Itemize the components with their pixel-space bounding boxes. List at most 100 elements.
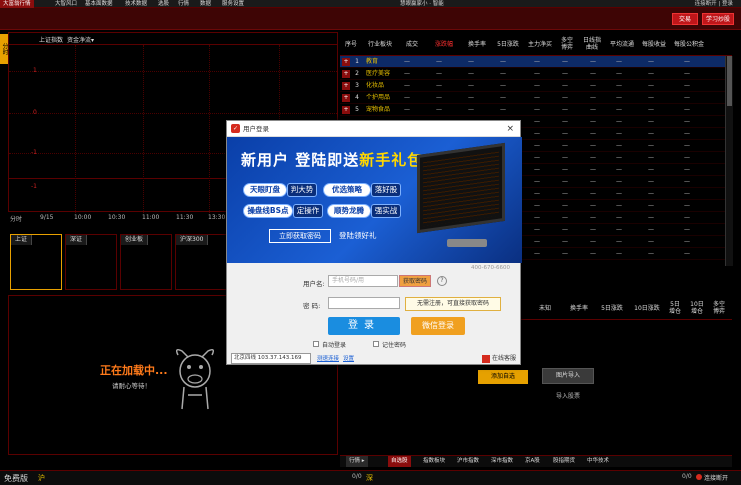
expand-icon[interactable]: + (342, 70, 350, 78)
time-label: 11:00 (142, 214, 160, 221)
table-scrollbar[interactable] (725, 56, 733, 266)
col-header[interactable]: 每股公积金 (670, 32, 708, 56)
index-tab-label: 沪深300 (176, 235, 209, 245)
table-row[interactable]: +5 宠物食品 — — — — — — — — — — (340, 104, 732, 116)
index-box-sz[interactable]: 深证 (65, 234, 117, 290)
tab-market[interactable]: 行情 ▸ (346, 456, 368, 467)
col-header[interactable]: 未知 (530, 296, 560, 320)
table-row[interactable]: +1 教育 — — — — — — — — — — (340, 56, 732, 68)
menu-item-2[interactable]: 基本面数据 (82, 0, 116, 8)
col-header[interactable]: 10日 增仓 (686, 296, 708, 320)
table-row[interactable]: +2 医疗美容 — — — — — — — — — — (340, 68, 732, 80)
col-header[interactable]: 序号 (340, 32, 362, 56)
menu-item-4[interactable]: 选股 (155, 0, 172, 8)
menu-item-1[interactable]: 大智风口 (52, 0, 80, 8)
close-icon[interactable]: × (506, 123, 514, 135)
empty-cell: — (590, 142, 596, 149)
server-select[interactable]: 北京四线 103.37.143.169 (231, 353, 311, 364)
index-box-hs300[interactable]: 沪深300 (175, 234, 230, 290)
expand-icon[interactable]: + (342, 58, 350, 66)
connection-status-top[interactable]: 连接断开 | 登录 (695, 0, 733, 8)
col-header[interactable]: 5日 增仓 (664, 296, 686, 320)
empty-cell: — (534, 94, 540, 101)
index-tab-label: 上证 (11, 235, 33, 245)
add-watchlist-button[interactable]: 添加自选 (478, 370, 528, 384)
table-row[interactable]: +4 个护用品 — — — — — — — — — — (340, 92, 732, 104)
wechat-login-button[interactable]: 微信登录 (411, 317, 465, 335)
username-input[interactable]: 手机号码/用 (328, 275, 398, 287)
empty-cell: — (562, 166, 568, 173)
tab-bj-a[interactable]: 京A股 (522, 456, 543, 467)
left-side-tab[interactable]: 分时 (0, 34, 8, 64)
empty-cell: — (562, 82, 568, 89)
col-header[interactable]: 换手率 (564, 296, 594, 320)
tab-index-sector[interactable]: 指数板块 (420, 456, 448, 467)
empty-cell: — (616, 238, 622, 245)
tab-sh-index[interactable]: 沪市指数 (454, 456, 482, 467)
menu-item-3[interactable]: 技术数据 (122, 0, 150, 8)
empty-cell: — (616, 130, 622, 137)
col-header[interactable]: 多空 博弈 (708, 296, 730, 320)
chart-header: 上证指数 资金净流▾ (9, 33, 337, 45)
col-header[interactable]: 换手率 (462, 32, 492, 56)
tab-sz-index[interactable]: 深市指数 (488, 456, 516, 467)
tab-watchlist[interactable]: 自选股 (388, 456, 411, 467)
col-header[interactable]: 日线指 曲线 (578, 32, 606, 56)
tab-futures[interactable]: 股指期货 (550, 456, 578, 467)
menu-item-6[interactable]: 数据 (197, 0, 214, 8)
col-header[interactable]: 5日涨跌 (596, 296, 628, 320)
scroll-thumb[interactable] (727, 56, 732, 106)
help-icon[interactable]: ? (437, 276, 447, 286)
menu-item-7[interactable]: 服务设置 (219, 0, 247, 8)
empty-cell: — (562, 190, 568, 197)
chart-indicator-select[interactable]: 资金净流▾ (67, 35, 94, 44)
col-header[interactable]: 每股收益 (638, 32, 670, 56)
col-header[interactable]: 平均流通 (606, 32, 638, 56)
image-import-button[interactable]: 图片导入 (542, 368, 594, 384)
online-service-button[interactable]: 在线客服 (481, 353, 516, 364)
col-header[interactable]: 5日涨跌 (492, 32, 524, 56)
menu-item-0[interactable]: 大富翁行情 (0, 0, 34, 8)
empty-cell: — (590, 214, 596, 221)
grid-line (9, 113, 337, 114)
get-password-promo-button[interactable]: 立即获取密码 (269, 229, 331, 243)
speed-test-link[interactable]: 测速连接 (317, 354, 339, 362)
empty-cell: — (436, 58, 442, 65)
empty-cell: — (648, 58, 654, 65)
expand-icon[interactable]: + (342, 94, 350, 102)
settings-link[interactable]: 设置 (343, 354, 354, 362)
remember-password-checkbox[interactable] (373, 341, 379, 347)
sector-name: 医疗美容 (366, 70, 391, 77)
trade-button[interactable]: 交易 (672, 13, 698, 25)
empty-cell: — (684, 142, 690, 149)
col-header-active[interactable]: 涨跌幅 (426, 32, 462, 56)
get-code-button[interactable]: 获取密码 (399, 275, 431, 287)
col-header[interactable]: 主力净买 (524, 32, 556, 56)
col-header[interactable]: 多空 博弈 (556, 32, 578, 56)
expand-icon[interactable]: + (342, 82, 350, 90)
empty-cell: — (562, 58, 568, 65)
empty-cell: — (436, 82, 442, 89)
study-button[interactable]: 学习炒股 (702, 13, 734, 25)
expand-icon[interactable]: + (342, 106, 350, 114)
empty-cell: — (562, 250, 568, 257)
empty-cell: — (404, 82, 410, 89)
col-header[interactable]: 10日涨跌 (630, 296, 664, 320)
promo-banner[interactable]: 新用户 登陆即送新手礼包 天眼盯盘 判大势 优选策略 落好股 操盘线BS点 定操… (227, 137, 522, 263)
auto-login-checkbox[interactable] (313, 341, 319, 347)
col-header[interactable]: 成交 (398, 32, 426, 56)
login-button[interactable]: 登录 (328, 317, 400, 335)
tab-tech[interactable]: 中华技术 (584, 456, 612, 467)
empty-cell: — (534, 130, 540, 137)
index-box-cyb[interactable]: 创业板 (120, 234, 172, 290)
menu-item-5[interactable]: 行情 (175, 0, 192, 8)
password-input[interactable] (328, 297, 400, 309)
col-header[interactable]: 行业板块 (362, 32, 398, 56)
empty-cell: — (648, 70, 654, 77)
empty-cell: — (534, 202, 540, 209)
connection-status[interactable]: 连接断开 (704, 473, 728, 482)
table-row[interactable]: +3 化妆品 — — — — — — — — — — (340, 80, 732, 92)
sector-name: 个护用品 (366, 94, 391, 101)
index-box-sh[interactable]: 上证 (10, 234, 62, 290)
dialog-titlebar[interactable]: ✓ 用户登录 × (227, 121, 520, 137)
